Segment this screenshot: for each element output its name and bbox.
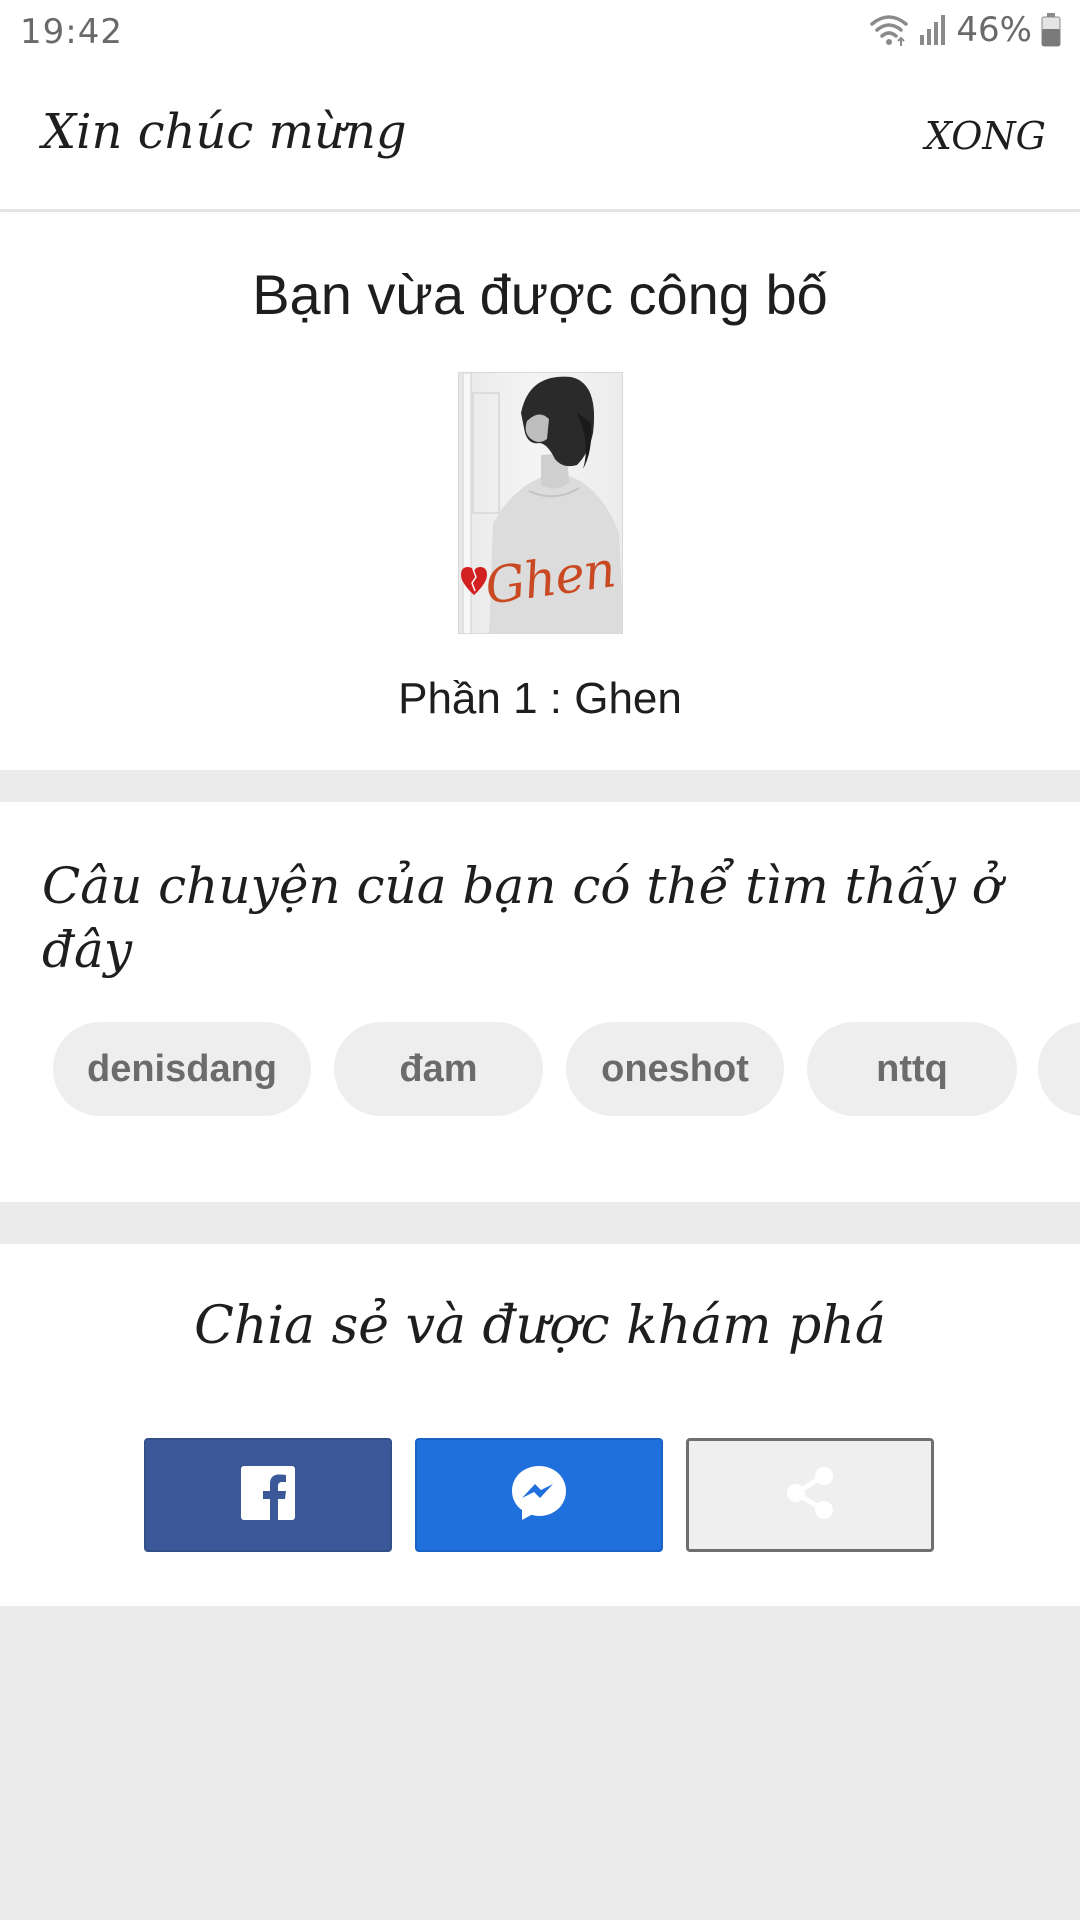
share-section: Chia sẻ và được khám phá: [0, 1244, 1080, 1606]
status-time: 19:42: [20, 12, 123, 52]
battery-percent: 46%: [956, 10, 1032, 50]
tag-chip[interactable]: oneshot: [566, 1022, 784, 1116]
app-screen: 19:42 46% Xin chúc mừng XONG Bạn vừa đượ…: [0, 0, 1080, 1920]
share-heading: Chia sẻ và được khám phá: [194, 1296, 886, 1356]
done-button[interactable]: XONG: [925, 114, 1046, 158]
status-icons: 46%: [868, 10, 1062, 50]
share-messenger-button[interactable]: [415, 1438, 663, 1552]
share-more-button[interactable]: [686, 1438, 934, 1552]
tag-chip[interactable]: denisdang: [53, 1022, 311, 1116]
tags-list[interactable]: denisdang đam oneshot nttq: [0, 1022, 1080, 1118]
published-title: Bạn vừa được công bố: [252, 263, 828, 326]
story-cover-image[interactable]: Ghen: [458, 372, 623, 634]
wifi-icon: [868, 12, 910, 48]
share-icon: [783, 1465, 837, 1526]
tag-chip[interactable]: đam: [334, 1022, 543, 1116]
top-app-bar: Xin chúc mừng XONG: [0, 64, 1080, 211]
facebook-icon: [241, 1465, 295, 1525]
tag-chip[interactable]: nttq: [807, 1022, 1017, 1116]
tags-section: Câu chuyện của bạn có thể tìm thấy ở đây…: [0, 802, 1080, 1202]
published-section: Bạn vừa được công bố Ghen Phần 1: Ghen: [0, 212, 1080, 770]
share-facebook-button[interactable]: [144, 1438, 392, 1552]
battery-icon: [1040, 12, 1062, 48]
signal-icon: [918, 13, 948, 47]
messenger-icon: [509, 1463, 569, 1528]
part-title: Phần 1 : Ghen: [398, 674, 682, 723]
tag-chip[interactable]: [1038, 1022, 1080, 1116]
page-title: Xin chúc mừng: [42, 104, 407, 160]
tags-heading: Câu chuyện của bạn có thể tìm thấy ở đây: [42, 857, 1002, 979]
status-bar: 19:42 46%: [0, 0, 1080, 64]
